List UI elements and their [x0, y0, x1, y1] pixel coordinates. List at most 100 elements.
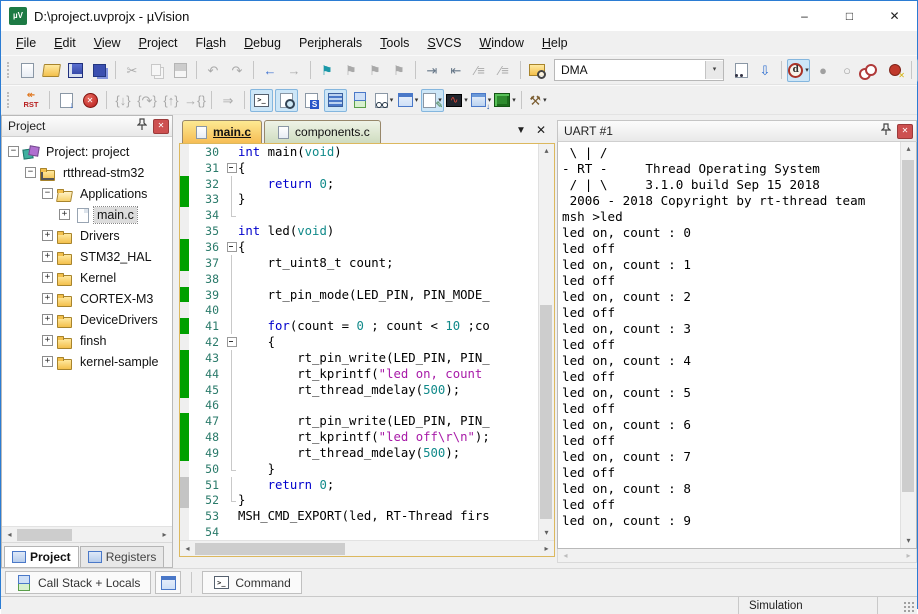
tree-expander-icon[interactable]: +	[42, 230, 53, 241]
uart-vscrollbar[interactable]: ▴ ▾	[900, 142, 916, 548]
scroll-down-icon[interactable]: ▾	[539, 526, 554, 540]
uncomment-button[interactable]: ∕≡	[493, 59, 515, 81]
tree-item-main-c[interactable]: +main.c	[2, 204, 172, 225]
disable-all-breakpoints-button[interactable]	[860, 59, 882, 81]
scroll-up-icon[interactable]: ▴	[539, 144, 554, 158]
system-viewer-button[interactable]: ▾	[470, 89, 492, 111]
tree-item-stm32-hal[interactable]: +STM32_HAL	[2, 246, 172, 267]
find-next-button[interactable]: ⇩	[754, 59, 776, 81]
watch-window-button[interactable]: ▾	[373, 89, 395, 111]
tree-expander-icon[interactable]: −	[25, 167, 36, 178]
menu-item-help[interactable]: Help	[533, 31, 577, 55]
tree-item-kernel-sample[interactable]: +kernel-sample	[2, 351, 172, 372]
menu-item-peripherals[interactable]: Peripherals	[290, 31, 371, 55]
scroll-left-icon[interactable]: ◂	[558, 548, 573, 563]
tree-expander-icon[interactable]: +	[42, 356, 53, 367]
minimize-button[interactable]: –	[782, 1, 827, 31]
fold-marker[interactable]	[225, 334, 238, 350]
enable-breakpoint-button[interactable]: ○	[836, 59, 858, 81]
stop-debug-button[interactable]	[79, 89, 101, 111]
navigate-forward-button[interactable]: →	[283, 59, 305, 81]
scroll-right-icon[interactable]: ▸	[157, 527, 172, 542]
command-tab[interactable]: Command	[202, 571, 301, 594]
scrollbar-thumb[interactable]	[902, 160, 914, 493]
tree-item-drivers[interactable]: +Drivers	[2, 225, 172, 246]
save-button[interactable]	[64, 59, 86, 81]
tree-expander-icon[interactable]: +	[42, 272, 53, 283]
menu-item-edit[interactable]: Edit	[45, 31, 85, 55]
tree-expander-icon[interactable]: +	[59, 209, 70, 220]
resize-grip[interactable]	[902, 600, 915, 613]
registers-window-button[interactable]	[324, 89, 347, 112]
tree-item-finsh[interactable]: +finsh	[2, 330, 172, 351]
tree-item-rtthread-stm32[interactable]: −rtthread-stm32	[2, 162, 172, 183]
scroll-left-icon[interactable]: ◂	[2, 527, 17, 542]
tree-expander-icon[interactable]: −	[42, 188, 53, 199]
tree-item-cortex-m3[interactable]: +CORTEX-M3	[2, 288, 172, 309]
toolbox-button[interactable]: ▾	[494, 89, 516, 111]
outdent-button[interactable]: ⇤	[445, 59, 467, 81]
menu-item-tools[interactable]: Tools	[371, 31, 418, 55]
next-bookmark-button[interactable]: ⚑	[340, 59, 362, 81]
reset-button[interactable]: RST	[18, 89, 44, 111]
find-in-files-button[interactable]	[526, 59, 548, 81]
menu-item-flash[interactable]: Flash	[187, 31, 236, 55]
tree-item-kernel[interactable]: +Kernel	[2, 267, 172, 288]
pin-icon[interactable]	[135, 118, 149, 134]
uart-terminal[interactable]: \ | /- RT - Thread Operating System / | …	[558, 142, 900, 548]
clear-bookmarks-button[interactable]: ⚑	[388, 59, 410, 81]
menu-item-view[interactable]: View	[85, 31, 130, 55]
insert-breakpoint-button[interactable]: ●	[812, 59, 834, 81]
step-out-button[interactable]: {↑}	[160, 89, 182, 111]
redo-button[interactable]: ↷	[226, 59, 248, 81]
previous-bookmark-button[interactable]: ⚑	[364, 59, 386, 81]
paste-button[interactable]	[169, 59, 191, 81]
save-all-button[interactable]	[88, 59, 110, 81]
tree-expander-icon[interactable]: −	[8, 146, 19, 157]
undo-button[interactable]: ↶	[202, 59, 224, 81]
tree-item-project-project[interactable]: −Project: project	[2, 141, 172, 162]
code-editor[interactable]: 30int main(void)31{32 return 0;33}3435in…	[180, 144, 538, 540]
project-hscrollbar[interactable]: ◂ ▸	[2, 526, 172, 542]
run-to-cursor-button[interactable]: →{}	[184, 89, 206, 111]
document-list-icon[interactable]: ▼	[516, 125, 526, 136]
toggle-bookmark-button[interactable]: ⚑	[316, 59, 338, 81]
tree-item-applications[interactable]: −Applications	[2, 183, 172, 204]
menu-item-project[interactable]: Project	[130, 31, 187, 55]
scrollbar-thumb[interactable]	[195, 543, 345, 555]
document-close-icon[interactable]: ✕	[536, 123, 546, 137]
symbol-window-button[interactable]	[300, 89, 322, 111]
indent-button[interactable]: ⇥	[421, 59, 443, 81]
command-window-button[interactable]	[250, 89, 273, 112]
show-next-statement-button[interactable]	[55, 89, 77, 111]
menu-item-file[interactable]: File	[7, 31, 45, 55]
combobox-dropdown-icon[interactable]: ▾	[705, 61, 723, 79]
scroll-left-icon[interactable]: ◂	[180, 541, 195, 556]
debug-settings-button[interactable]: ⚒▾	[527, 89, 549, 111]
scroll-right-icon[interactable]: ▸	[901, 548, 916, 563]
logic-analyzer-button[interactable]: ▾	[446, 89, 468, 111]
copy-button[interactable]	[145, 59, 167, 81]
pin-icon[interactable]	[879, 123, 893, 139]
panel-tab-registers[interactable]: Registers	[80, 546, 165, 567]
close-button[interactable]: ✕	[872, 1, 917, 31]
callstack-locals-tab[interactable]: Call Stack + Locals	[5, 571, 151, 594]
memory-window-button[interactable]: ▾	[397, 89, 419, 111]
comment-button[interactable]: ∕≡	[469, 59, 491, 81]
tree-expander-icon[interactable]: +	[42, 293, 53, 304]
fold-marker[interactable]	[225, 239, 238, 255]
scroll-down-icon[interactable]: ▾	[901, 534, 916, 548]
kill-all-breakpoints-button[interactable]	[884, 59, 906, 81]
parameter-combobox[interactable]: DMA▾	[554, 59, 724, 81]
call-stack-window-button[interactable]	[349, 89, 371, 111]
disassembly-window-button[interactable]	[275, 89, 298, 112]
scroll-right-icon[interactable]: ▸	[539, 541, 554, 556]
fold-marker[interactable]	[225, 160, 238, 176]
navigate-back-button[interactable]: ←	[259, 59, 281, 81]
cut-button[interactable]: ✂	[121, 59, 143, 81]
scrollbar-thumb[interactable]	[540, 305, 552, 518]
incremental-find-button[interactable]: ▾	[787, 59, 810, 82]
run-button[interactable]: ⇒	[217, 89, 239, 111]
serial-window-button[interactable]: ▾	[421, 89, 444, 112]
memory-window-button-dock[interactable]	[155, 571, 181, 594]
